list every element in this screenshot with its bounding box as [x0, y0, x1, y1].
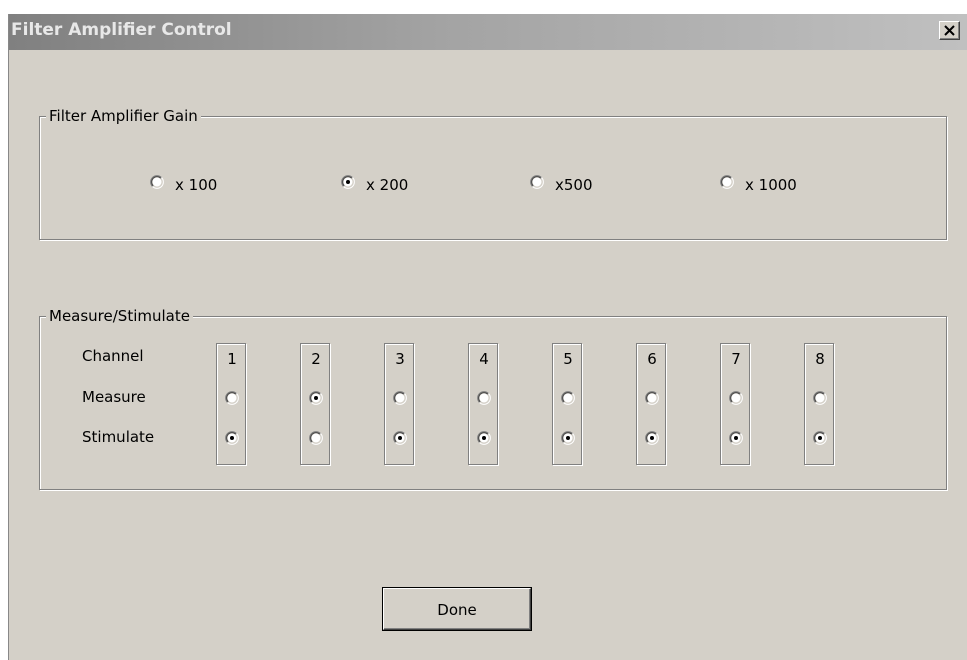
- channel-box-1: 1: [216, 343, 246, 465]
- close-icon: [944, 25, 955, 36]
- done-button[interactable]: Done: [383, 588, 531, 630]
- gain-radio-1000[interactable]: [720, 175, 734, 189]
- stimulate-radio-ch3[interactable]: [393, 431, 407, 445]
- channel-box-8: 8: [804, 343, 834, 465]
- close-button[interactable]: [939, 21, 960, 40]
- channel-box-7: 7: [720, 343, 750, 465]
- gain-radio-200[interactable]: [341, 175, 355, 189]
- channel-row-label: Channel: [82, 347, 144, 365]
- stimulate-radio-ch6[interactable]: [645, 431, 659, 445]
- dialog-window: Filter Amplifier Control Filter Amplifie…: [8, 14, 967, 660]
- measure-radio-ch1[interactable]: [225, 391, 239, 405]
- gain-group: Filter Amplifier Gain x 100 x 200 x500 x…: [39, 106, 947, 240]
- channel-box-5: 5: [552, 343, 582, 465]
- stimulate-radio-ch7[interactable]: [729, 431, 743, 445]
- channel-box-4: 4: [468, 343, 498, 465]
- measure-radio-ch8[interactable]: [813, 391, 827, 405]
- channel-number: 5: [563, 350, 573, 368]
- gain-radio-100[interactable]: [150, 175, 164, 189]
- channel-number: 1: [227, 350, 237, 368]
- channel-number: 4: [479, 350, 489, 368]
- gain-label-500: x500: [555, 176, 593, 194]
- measure-row-label: Measure: [82, 388, 146, 406]
- measure-radio-ch6[interactable]: [645, 391, 659, 405]
- stimulate-radio-ch5[interactable]: [561, 431, 575, 445]
- channel-number: 3: [395, 350, 405, 368]
- channel-number: 2: [311, 350, 321, 368]
- stimulate-radio-ch1[interactable]: [225, 431, 239, 445]
- window-title: Filter Amplifier Control: [11, 20, 232, 40]
- measure-radio-ch4[interactable]: [477, 391, 491, 405]
- gain-label-200: x 200: [366, 176, 409, 194]
- channel-number: 6: [647, 350, 657, 368]
- stimulate-row-label: Stimulate: [82, 428, 155, 446]
- stimulate-radio-ch8[interactable]: [813, 431, 827, 445]
- measure-radio-ch7[interactable]: [729, 391, 743, 405]
- stimulate-radio-ch2[interactable]: [309, 431, 323, 445]
- channel-number: 8: [815, 350, 825, 368]
- title-bar[interactable]: Filter Amplifier Control: [9, 14, 967, 50]
- gain-label-100: x 100: [175, 176, 218, 194]
- channel-box-6: 6: [636, 343, 666, 465]
- measure-stimulate-group: Measure/Stimulate Channel Measure Stimul…: [39, 306, 947, 490]
- channel-box-2: 2: [300, 343, 330, 465]
- measure-stimulate-legend: Measure/Stimulate: [46, 306, 193, 326]
- gain-group-legend: Filter Amplifier Gain: [46, 106, 201, 126]
- measure-radio-ch2[interactable]: [309, 391, 323, 405]
- stimulate-radio-ch4[interactable]: [477, 431, 491, 445]
- channel-box-3: 3: [384, 343, 414, 465]
- measure-radio-ch3[interactable]: [393, 391, 407, 405]
- gain-label-1000: x 1000: [745, 176, 797, 194]
- channel-number: 7: [731, 350, 741, 368]
- gain-radio-500[interactable]: [530, 175, 544, 189]
- measure-radio-ch5[interactable]: [561, 391, 575, 405]
